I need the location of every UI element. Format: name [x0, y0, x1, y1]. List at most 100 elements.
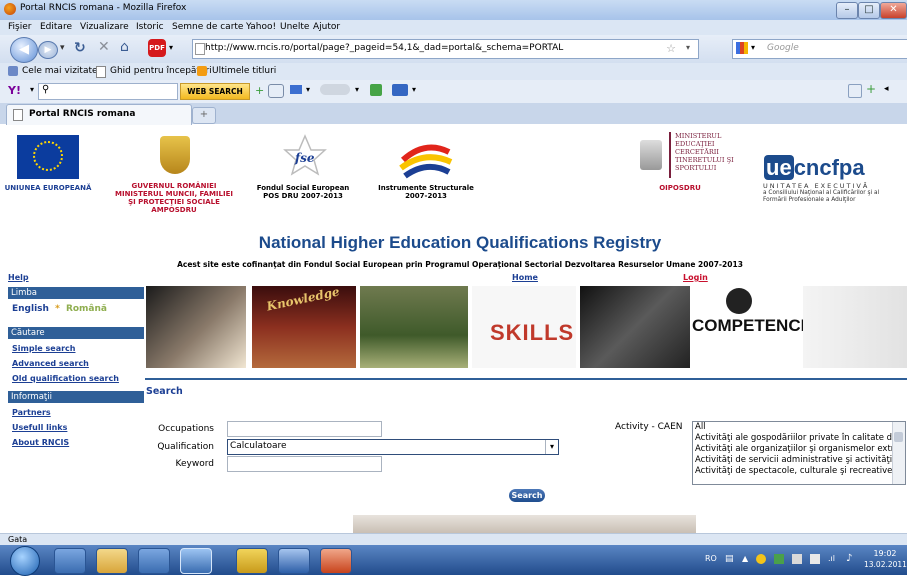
caen-option[interactable]: Activităţi ale gospodăriilor private în …: [693, 433, 905, 444]
mail-icon[interactable]: [290, 85, 302, 94]
menu-view[interactable]: Vizualizare: [80, 22, 129, 32]
toolbar-add-icon[interactable]: +: [866, 82, 876, 96]
menu-bookmarks[interactable]: Semne de carte: [172, 22, 243, 32]
help-link[interactable]: Help: [8, 273, 29, 282]
eu-flag-logo: [17, 135, 79, 179]
caen-option[interactable]: Activităţi de servicii administrative şi…: [693, 455, 905, 466]
games-icon[interactable]: [370, 84, 382, 96]
url-bar[interactable]: http://www.rncis.ro/portal/page?_pageid=…: [192, 39, 699, 59]
home-link[interactable]: Home: [512, 273, 538, 282]
flickr-icon[interactable]: [392, 84, 408, 96]
bookmark-latest-headlines[interactable]: Ultimele titluri: [212, 66, 276, 76]
menu-history[interactable]: Istoric: [136, 22, 164, 32]
clock-date[interactable]: 13.02.2011: [864, 560, 907, 569]
occupations-input[interactable]: [227, 421, 382, 437]
yahoo-logo-icon[interactable]: Y!: [8, 84, 21, 97]
caen-option[interactable]: Activităţi ale organizaţiilor şi organis…: [693, 444, 905, 455]
home-icon[interactable]: ⌂: [120, 39, 129, 55]
bookmark-most-visited[interactable]: Cele mai vizitate: [22, 66, 98, 76]
file-explorer-icon[interactable]: [96, 548, 128, 574]
keyboard-icon[interactable]: ▤: [725, 554, 734, 564]
qualification-select[interactable]: Calculatoare ▾: [227, 439, 559, 455]
sidebar-heading-info: Informaţii: [8, 391, 144, 403]
messenger-taskbar-icon[interactable]: [236, 548, 268, 574]
pdf-icon[interactable]: PDF: [148, 39, 166, 57]
search-heading: Search: [146, 386, 183, 397]
menu-file[interactable]: Fişier: [8, 22, 31, 32]
tray-expand-icon[interactable]: ▲: [742, 554, 748, 563]
toolbar-scroll-left-icon[interactable]: ◂: [884, 84, 889, 94]
tray-device-icon[interactable]: [810, 554, 820, 564]
minimize-button[interactable]: –: [836, 2, 858, 19]
messenger-dropdown-icon[interactable]: ▾: [355, 85, 359, 94]
reload-icon[interactable]: ↻: [74, 40, 86, 56]
maximize-button[interactable]: □: [858, 2, 880, 19]
yahoo-dropdown-icon[interactable]: ▾: [30, 85, 34, 94]
tray-network-icon[interactable]: [774, 554, 784, 564]
sidebar-item-useful-links[interactable]: Usefull links: [12, 423, 67, 432]
tab-label: Portal RNCIS romana: [29, 109, 136, 119]
sidebar-item-partners[interactable]: Partners: [12, 408, 51, 417]
signal-icon[interactable]: .ıl: [828, 554, 835, 563]
url-dropdown-icon[interactable]: ▾: [686, 43, 690, 52]
tray-messenger-icon[interactable]: [756, 554, 766, 564]
web-search-button[interactable]: WEB SEARCH: [180, 83, 250, 100]
add-icon[interactable]: +: [255, 84, 264, 97]
fse-label-1: Fondul Social European: [256, 184, 350, 192]
yahoo-search-input[interactable]: ⚲: [38, 83, 178, 100]
word-taskbar-icon[interactable]: [278, 548, 310, 574]
search-engine-dropdown-icon[interactable]: ▾: [751, 43, 755, 52]
tray-flag-icon[interactable]: [792, 554, 802, 564]
back-button[interactable]: ◀: [10, 37, 38, 63]
search-engine-box[interactable]: ▾ Google: [732, 39, 907, 59]
mail-dropdown-icon[interactable]: ▾: [306, 85, 310, 94]
page-title: National Higher Education Qualifications…: [258, 233, 662, 252]
messenger-icon[interactable]: [320, 84, 350, 95]
caen-scroll-thumb[interactable]: [894, 432, 903, 442]
volume-icon[interactable]: ♪: [846, 553, 852, 564]
tab-portal-rncis[interactable]: Portal RNCIS romana: [6, 104, 192, 125]
cncfpa-ue-mark: ue: [764, 155, 794, 180]
firefox-taskbar-icon[interactable]: [180, 548, 212, 574]
flickr-dropdown-icon[interactable]: ▾: [412, 85, 416, 94]
sidebar-item-about[interactable]: About RNCIS: [12, 438, 69, 447]
sidebar-item-simple-search[interactable]: Simple search: [12, 344, 76, 353]
toolbar-options-icon[interactable]: [848, 84, 862, 98]
sidebar-heading-language: Limba: [8, 287, 144, 299]
cncfpa-sub2: a Consiliului Naţional al Calificărilor …: [763, 190, 880, 203]
close-window-button[interactable]: ✕: [880, 2, 907, 19]
menu-help[interactable]: Ajutor: [313, 22, 340, 32]
sidebar-item-old-qualification-search[interactable]: Old qualification search: [12, 374, 119, 383]
clock-time[interactable]: 19:02: [866, 549, 904, 558]
forward-button[interactable]: ▶: [38, 41, 58, 59]
start-button[interactable]: [10, 546, 40, 576]
login-link[interactable]: Login: [683, 273, 708, 282]
window-title: Portal RNCIS romana - Mozilla Firefox: [20, 3, 187, 13]
language-indicator[interactable]: RO: [705, 554, 717, 563]
menu-tools[interactable]: Unelte: [280, 22, 309, 32]
new-tab-button[interactable]: +: [192, 107, 216, 124]
sidebar-item-advanced-search[interactable]: Advanced search: [12, 359, 89, 368]
cncfpa-logo: uecncfpa: [764, 154, 865, 182]
caen-option[interactable]: Activităţi de spectacole, culturale şi r…: [693, 466, 905, 477]
ministry-label: MINISTERUL EDUCAŢIEI CERCETĂRII TINERETU…: [675, 132, 734, 172]
toolbar-tool-icon[interactable]: [268, 84, 284, 98]
caen-scrollbar[interactable]: [892, 422, 905, 484]
search-button[interactable]: Search: [509, 489, 545, 502]
bookmark-star-icon[interactable]: ☆: [666, 42, 676, 55]
keyword-input[interactable]: [227, 456, 382, 472]
menu-yahoo[interactable]: Yahoo!: [246, 22, 276, 32]
language-english-link[interactable]: English: [12, 304, 49, 314]
internet-explorer-icon[interactable]: [54, 548, 86, 574]
history-dropdown-icon[interactable]: ▾: [60, 43, 65, 53]
pdf-dropdown-icon[interactable]: ▾: [169, 43, 173, 52]
caen-option-all[interactable]: All: [693, 422, 905, 433]
menu-edit[interactable]: Editare: [40, 22, 72, 32]
language-romanian-link[interactable]: Română: [66, 304, 107, 314]
cncfpa-wordmark: cncfpa: [793, 155, 865, 180]
activity-caen-listbox[interactable]: All Activităţi ale gospodăriilor private…: [692, 421, 906, 485]
powerpoint-taskbar-icon[interactable]: [320, 548, 352, 574]
chevron-down-icon[interactable]: ▾: [545, 440, 558, 454]
stop-icon[interactable]: ✕: [98, 39, 110, 55]
media-player-icon[interactable]: [138, 548, 170, 574]
